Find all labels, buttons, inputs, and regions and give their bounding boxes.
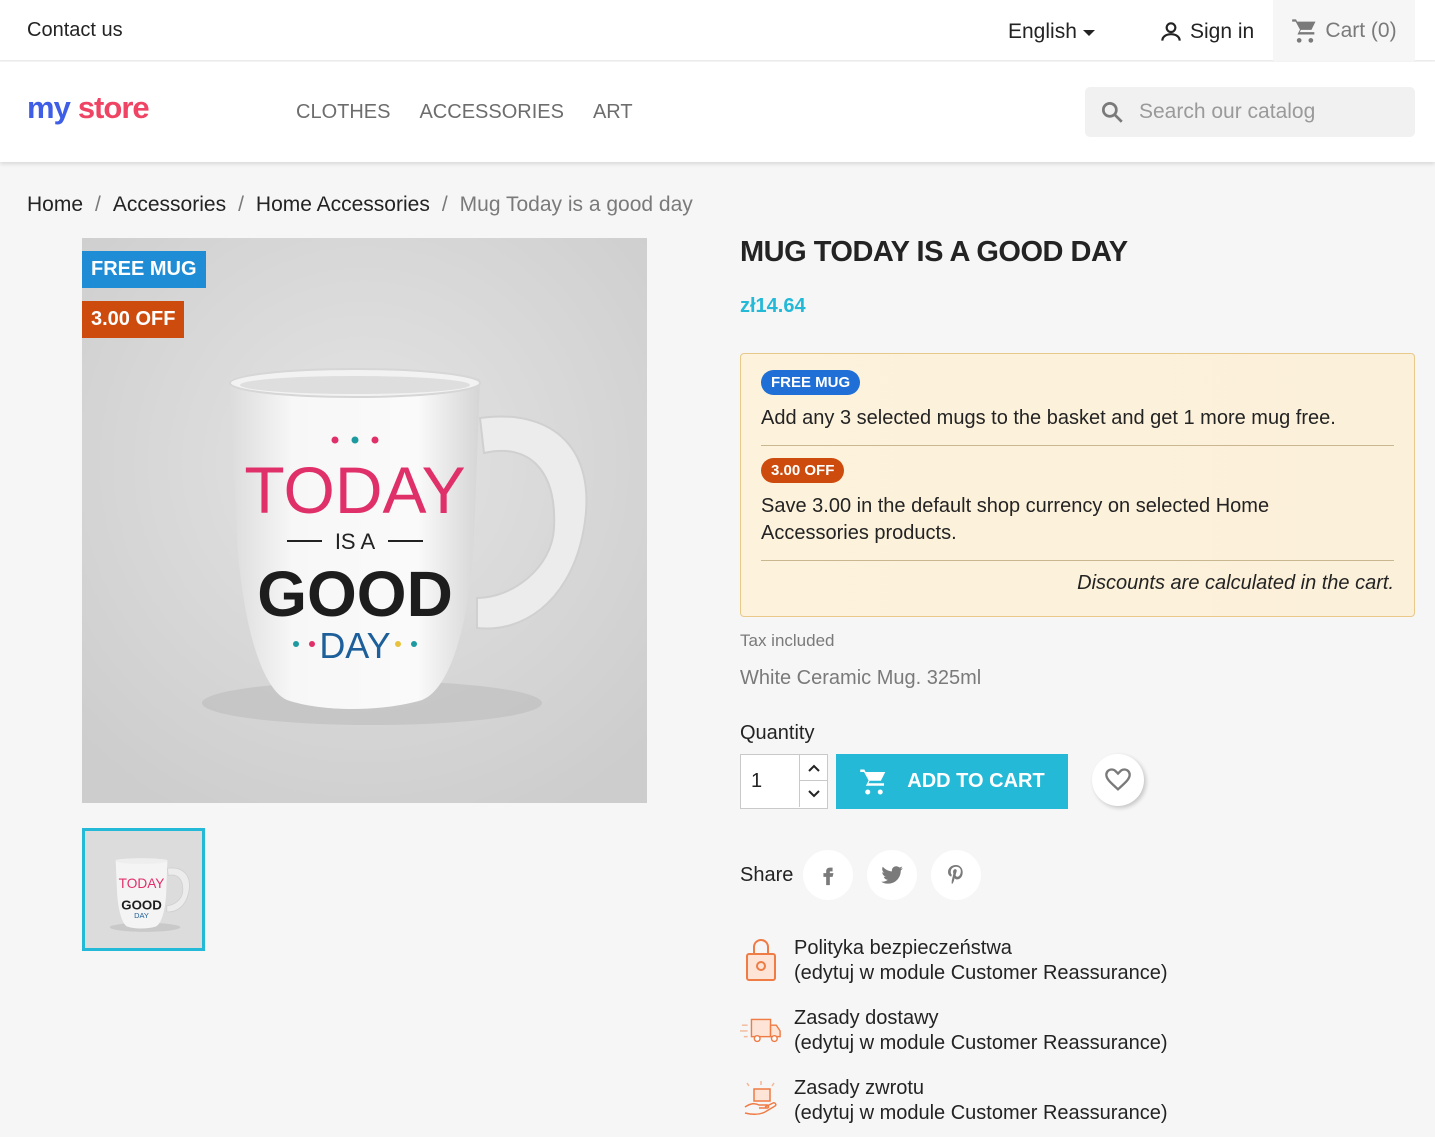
store-logo[interactable]: my store <box>27 90 150 126</box>
caret-down-icon <box>1082 30 1095 36</box>
promo-divider <box>761 560 1394 561</box>
mug-print-day: DAY <box>319 625 390 666</box>
menu-item-accessories[interactable]: ACCESSORIES <box>419 101 563 124</box>
search-input[interactable] <box>1139 100 1399 124</box>
breadcrumb-home[interactable]: Home <box>27 193 83 217</box>
mug-thumbnail-illustration: TODAY GOOD DAY <box>85 831 202 948</box>
reassurance-title: Zasady dostawy <box>794 1007 939 1029</box>
quantity-increase-button[interactable] <box>799 755 827 781</box>
quantity-label: Quantity <box>740 722 815 744</box>
product-description: White Ceramic Mug. 325ml <box>740 667 982 689</box>
facebook-icon <box>823 867 834 886</box>
twitter-icon <box>881 866 903 884</box>
return-package-icon <box>740 1076 782 1122</box>
breadcrumb: Home / Accessories / Home Accessories / … <box>27 193 693 217</box>
language-selector[interactable]: English <box>1008 20 1095 44</box>
free-mug-flag: FREE MUG <box>82 251 206 288</box>
cart-button[interactable]: Cart (0) <box>1273 0 1415 61</box>
language-label: English <box>1008 20 1077 43</box>
shopping-bag-lock-icon <box>740 936 782 982</box>
add-to-cart-label: ADD TO CART <box>907 770 1045 792</box>
cart-icon <box>860 769 886 794</box>
reassurance-item-security: Polityka bezpieczeństwa (edytuj w module… <box>740 936 1168 986</box>
breadcrumb-separator: / <box>441 193 448 216</box>
site-header: my store CLOTHES ACCESSORIES ART <box>0 62 1435 162</box>
thumb-print-day: DAY <box>134 911 149 920</box>
facebook-share-button[interactable] <box>803 850 853 900</box>
breadcrumb-home-accessories[interactable]: Home Accessories <box>256 193 430 217</box>
chevron-up-icon <box>807 764 820 772</box>
cart-label: Cart (0) <box>1325 18 1397 42</box>
product-thumbnail[interactable]: TODAY GOOD DAY <box>82 828 205 951</box>
delivery-truck-icon <box>740 1006 782 1052</box>
thumb-print-today: TODAY <box>119 876 165 891</box>
promo-text-free-mug: Add any 3 selected mugs to the basket an… <box>761 407 1336 429</box>
reassurance-sub: (edytuj w module Customer Reassurance) <box>794 1102 1168 1124</box>
discount-flag: 3.00 OFF <box>82 301 185 338</box>
sign-in-link[interactable]: Sign in <box>1158 19 1254 45</box>
top-navbar: Contact us English Sign in Cart (0) <box>0 0 1435 61</box>
reassurance-title: Zasady zwrotu <box>794 1077 925 1099</box>
quantity-stepper <box>740 754 828 809</box>
reassurance-sub: (edytuj w module Customer Reassurance) <box>794 1032 1168 1054</box>
reassurance-item-returns: Zasady zwrotu (edytuj w module Customer … <box>740 1076 1168 1126</box>
product-price: zł14.64 <box>740 295 806 317</box>
wishlist-button[interactable] <box>1092 754 1144 806</box>
thumb-print-good: GOOD <box>121 897 162 912</box>
breadcrumb-separator: / <box>238 193 244 216</box>
menu-item-clothes[interactable]: CLOTHES <box>296 101 390 124</box>
breadcrumb-current: Mug Today is a good day <box>459 193 693 216</box>
main-menu: CLOTHES ACCESSORIES ART <box>296 101 633 124</box>
promo-badge-discount: 3.00 OFF <box>761 458 845 483</box>
breadcrumb-separator: / <box>95 193 101 216</box>
product-title: MUG TODAY IS A GOOD DAY <box>740 236 1128 268</box>
logo-my: my <box>27 90 71 125</box>
breadcrumb-accessories[interactable]: Accessories <box>113 193 226 217</box>
promo-badge-free-mug: FREE MUG <box>761 370 861 395</box>
mug-print-today: TODAY <box>244 453 465 527</box>
promotions-box: FREE MUG Add any 3 selected mugs to the … <box>740 353 1415 617</box>
search-box <box>1085 87 1415 137</box>
promo-text-discount: Save 3.00 in the default shop currency o… <box>761 495 1270 544</box>
search-icon[interactable] <box>1099 99 1125 125</box>
menu-item-art[interactable]: ART <box>593 101 633 124</box>
logo-store: store <box>77 90 150 125</box>
twitter-share-button[interactable] <box>867 850 917 900</box>
quantity-input[interactable] <box>741 755 799 808</box>
tax-label: Tax included <box>740 631 835 650</box>
contact-us-link[interactable]: Contact us <box>27 19 123 42</box>
user-icon <box>1161 22 1181 41</box>
pinterest-icon <box>948 865 963 885</box>
promo-divider <box>761 445 1394 446</box>
promo-note: Discounts are calculated in the cart. <box>1077 572 1394 594</box>
heart-icon <box>1105 768 1131 791</box>
share-label: Share <box>740 864 794 886</box>
quantity-decrease-button[interactable] <box>799 781 827 807</box>
chevron-down-icon <box>807 790 820 798</box>
pinterest-share-button[interactable] <box>931 850 981 900</box>
mug-print-good: GOOD <box>257 558 453 630</box>
mug-print-is-a: IS A <box>335 529 376 554</box>
reassurance-title: Polityka bezpieczeństwa <box>794 937 1012 959</box>
reassurance-sub: (edytuj w module Customer Reassurance) <box>794 962 1168 984</box>
sign-in-label: Sign in <box>1190 20 1255 43</box>
reassurance-item-delivery: Zasady dostawy (edytuj w module Customer… <box>740 1006 1168 1056</box>
cart-icon <box>1292 18 1316 43</box>
add-to-cart-button[interactable]: ADD TO CART <box>836 754 1068 809</box>
